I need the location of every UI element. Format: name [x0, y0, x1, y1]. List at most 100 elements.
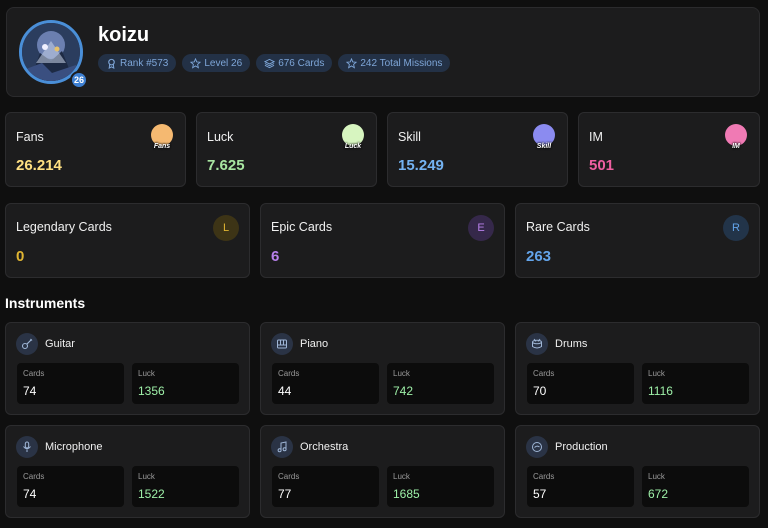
- avatar-container: 26: [19, 20, 88, 89]
- award-icon: [108, 58, 115, 69]
- level-badge-text: Level 26: [204, 57, 243, 69]
- cards-stat: Cards 77: [272, 466, 379, 507]
- legendary-badge: L: [213, 215, 239, 241]
- im-icon-caption: IM: [732, 143, 740, 150]
- microphone-icon: [16, 436, 38, 458]
- cards-label: Cards: [23, 472, 45, 481]
- cards-stat: Cards 44: [272, 363, 379, 404]
- rank-badge: Rank #573: [98, 54, 177, 72]
- cards-value: 44: [278, 384, 292, 398]
- star-icon: [190, 57, 202, 69]
- stat-card-fans: Fans 26.214 Fans: [5, 112, 186, 187]
- luck-stat: Luck 672: [642, 466, 749, 507]
- instrument-name: Microphone: [45, 441, 103, 453]
- stat-card-luck: Luck 7.625 Luck: [196, 112, 377, 187]
- instrument-card-guitar[interactable]: Guitar Cards 74 Luck 1356: [5, 322, 250, 415]
- im-icon: IM: [725, 124, 747, 150]
- cards-value: 74: [23, 384, 37, 398]
- stat-value: 501: [589, 157, 615, 174]
- level-indicator: 26: [70, 71, 88, 89]
- skill-icon: Skill: [533, 124, 555, 150]
- stat-label: Luck: [207, 130, 234, 144]
- rarity-label: Epic Cards: [271, 220, 333, 234]
- legendary-cards-card: Legendary Cards 0 L: [5, 203, 250, 278]
- fans-icon: Fans: [151, 124, 173, 150]
- instruments-heading: Instruments: [5, 295, 86, 311]
- stat-label: Skill: [398, 130, 421, 144]
- luck-label: Luck: [648, 472, 665, 481]
- rarity-value: 263: [526, 248, 552, 265]
- guitar-icon: [16, 333, 38, 355]
- rarity-label: Rare Cards: [526, 220, 590, 234]
- cards-label: Cards: [533, 369, 555, 378]
- instrument-name: Guitar: [45, 338, 75, 350]
- username: koizu: [98, 24, 150, 46]
- instrument-card-orchestra[interactable]: Orchestra Cards 77 Luck 1685: [260, 425, 505, 518]
- stat-value: 15.249: [398, 157, 444, 174]
- luck-value: 672: [648, 487, 669, 501]
- missions-badge: 242 Total Missions: [338, 54, 451, 72]
- instrument-name: Piano: [300, 338, 329, 350]
- luck-label: Luck: [393, 472, 410, 481]
- luck-value: 1356: [138, 384, 165, 398]
- cards-value: 70: [533, 384, 547, 398]
- rarity-label: Legendary Cards: [16, 220, 112, 234]
- luck-stat: Luck 1356: [132, 363, 239, 404]
- luck-stat: Luck 1522: [132, 466, 239, 507]
- luck-label: Luck: [393, 369, 410, 378]
- luck-value: 1685: [393, 487, 420, 501]
- music-note-icon: [271, 436, 293, 458]
- instrument-name: Production: [555, 441, 608, 453]
- missions-badge-text: 242 Total Missions: [360, 57, 443, 69]
- instrument-card-production[interactable]: Production Cards 57 Luck 672: [515, 425, 760, 518]
- instrument-name: Drums: [555, 338, 588, 350]
- instrument-card-microphone[interactable]: Microphone Cards 74 Luck 1522: [5, 425, 250, 518]
- rarity-value: 0: [16, 248, 25, 265]
- cards-value: 77: [278, 487, 292, 501]
- luck-label: Luck: [138, 472, 155, 481]
- epic-cards-card: Epic Cards 6 E: [260, 203, 505, 278]
- profile-header: 26 koizu Rank #573 Level 26 676 Cards 24…: [6, 7, 760, 97]
- stat-card-im: IM 501 IM: [578, 112, 760, 187]
- instrument-name: Orchestra: [300, 441, 349, 453]
- luck-value: 1522: [138, 487, 165, 501]
- cards-label: Cards: [278, 369, 300, 378]
- stat-label: IM: [589, 130, 603, 144]
- cards-label: Cards: [23, 369, 45, 378]
- layers-icon: [264, 58, 276, 68]
- drum-icon: [526, 333, 548, 355]
- star-icon: [346, 57, 358, 69]
- stat-card-skill: Skill 15.249 Skill: [387, 112, 568, 187]
- luck-clover-icon: Luck: [342, 124, 364, 150]
- fans-icon-caption: Fans: [153, 143, 171, 150]
- cards-label: Cards: [278, 472, 300, 481]
- luck-icon-caption: Luck: [344, 143, 362, 150]
- piano-icon: [271, 333, 293, 355]
- luck-value: 1116: [648, 384, 673, 398]
- instrument-card-piano[interactable]: Piano Cards 44 Luck 742: [260, 322, 505, 415]
- luck-label: Luck: [648, 369, 665, 378]
- cards-label: Cards: [533, 472, 555, 481]
- stat-value: 7.625: [207, 157, 245, 174]
- instrument-card-drums[interactable]: Drums Cards 70 Luck 1116: [515, 322, 760, 415]
- profile-badges: Rank #573 Level 26 676 Cards 242 Total M…: [98, 54, 451, 72]
- cards-badge-text: 676 Cards: [278, 57, 325, 69]
- epic-badge: E: [468, 215, 494, 241]
- rare-cards-card: Rare Cards 263 R: [515, 203, 760, 278]
- stat-value: 26.214: [16, 157, 62, 174]
- cards-stat: Cards 74: [17, 363, 124, 404]
- skill-icon-caption: Skill: [536, 143, 552, 150]
- cards-stat: Cards 70: [527, 363, 634, 404]
- luck-stat: Luck 742: [387, 363, 494, 404]
- stat-label: Fans: [16, 130, 44, 144]
- cards-badge: 676 Cards: [256, 54, 333, 72]
- rarity-value: 6: [271, 248, 280, 265]
- rare-badge: R: [723, 215, 749, 241]
- cards-stat: Cards 74: [17, 466, 124, 507]
- rank-badge-text: Rank #573: [120, 57, 169, 69]
- luck-value: 742: [393, 384, 414, 398]
- luck-label: Luck: [138, 369, 155, 378]
- level-badge: Level 26: [182, 54, 251, 72]
- cards-stat: Cards 57: [527, 466, 634, 507]
- luck-stat: Luck 1685: [387, 466, 494, 507]
